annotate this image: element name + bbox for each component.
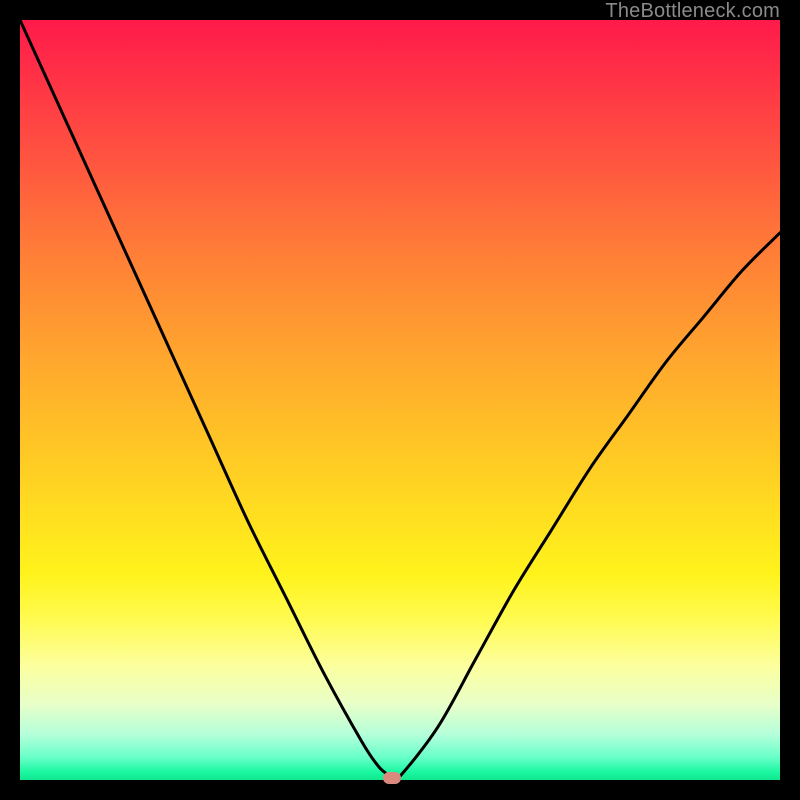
bottleneck-curve	[20, 20, 780, 780]
curve-svg	[20, 20, 780, 780]
chart-container: TheBottleneck.com	[0, 0, 800, 800]
optimal-point-marker	[383, 772, 401, 784]
plot-area	[20, 20, 780, 780]
